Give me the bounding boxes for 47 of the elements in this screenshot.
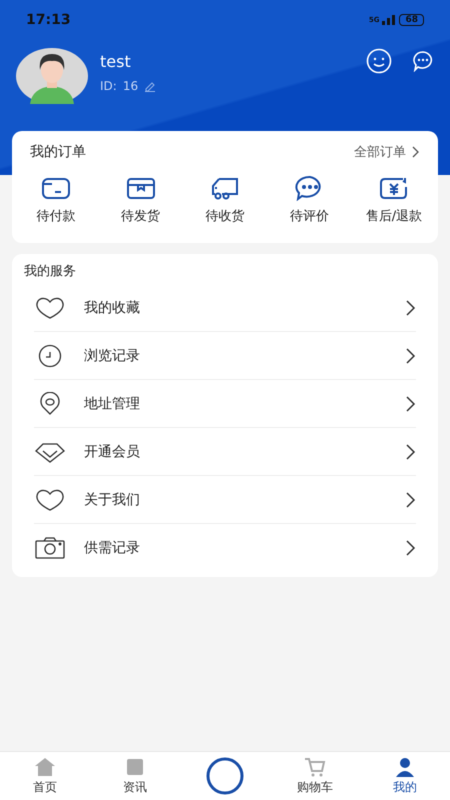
home-icon — [34, 756, 56, 776]
chevron-right-icon — [406, 348, 416, 364]
chevron-right-icon — [412, 146, 420, 158]
user-id: 16 — [122, 79, 138, 93]
cart-icon — [304, 756, 326, 776]
tab-item[interactable]: 首页 — [10, 756, 80, 796]
order-status-button[interactable]: 待发货 — [100, 175, 180, 225]
smiley-icon[interactable] — [366, 48, 392, 74]
order-status-button[interactable]: 待收货 — [185, 175, 265, 225]
refund-icon — [378, 175, 410, 201]
chevron-right-icon — [406, 300, 416, 316]
chat-bubble-icon[interactable] — [412, 50, 434, 72]
heart-icon — [34, 488, 66, 512]
menu-item[interactable]: 关于我们 — [34, 476, 416, 524]
news-icon — [124, 756, 146, 776]
chevron-right-icon — [406, 444, 416, 460]
chevron-right-icon — [406, 396, 416, 412]
order-status-button[interactable]: 待评价 — [270, 175, 350, 225]
signal-icon — [382, 15, 396, 25]
tab-item[interactable]: 购物车 — [280, 756, 350, 796]
menu-item[interactable]: 我的收藏 — [34, 284, 416, 332]
all-orders-link[interactable]: 全部订单 — [354, 143, 420, 161]
order-status-button[interactable]: 售后/退款 — [354, 175, 434, 225]
camera-icon — [34, 536, 66, 560]
circle-icon — [205, 756, 245, 796]
section-title: 我的服务 — [24, 263, 77, 281]
status-time: 17:13 — [26, 12, 71, 28]
menu-item[interactable]: 浏览记录 — [34, 332, 416, 380]
tab-item[interactable]: 资讯 — [100, 756, 170, 796]
box-icon — [124, 175, 156, 201]
tab-item[interactable]: 我的 — [370, 756, 440, 796]
person-icon — [394, 756, 416, 776]
user-id-label: ID: — [100, 79, 117, 93]
truck-icon — [209, 175, 241, 201]
heart-icon — [34, 296, 66, 320]
battery-level: 68 — [399, 14, 424, 26]
username: test — [100, 52, 132, 71]
menu-item[interactable]: 供需记录 — [34, 524, 416, 571]
section-title: 我的订单 — [30, 143, 86, 161]
chevron-right-icon — [406, 540, 416, 556]
order-status-button[interactable]: 待付款 — [16, 175, 96, 225]
avatar[interactable] — [16, 48, 88, 104]
chevron-right-icon — [406, 492, 416, 508]
wallet-icon — [40, 175, 72, 201]
menu-item[interactable]: 地址管理 — [34, 380, 416, 428]
pencil-icon[interactable] — [144, 80, 156, 92]
menu-item[interactable]: 开通会员 — [34, 428, 416, 476]
